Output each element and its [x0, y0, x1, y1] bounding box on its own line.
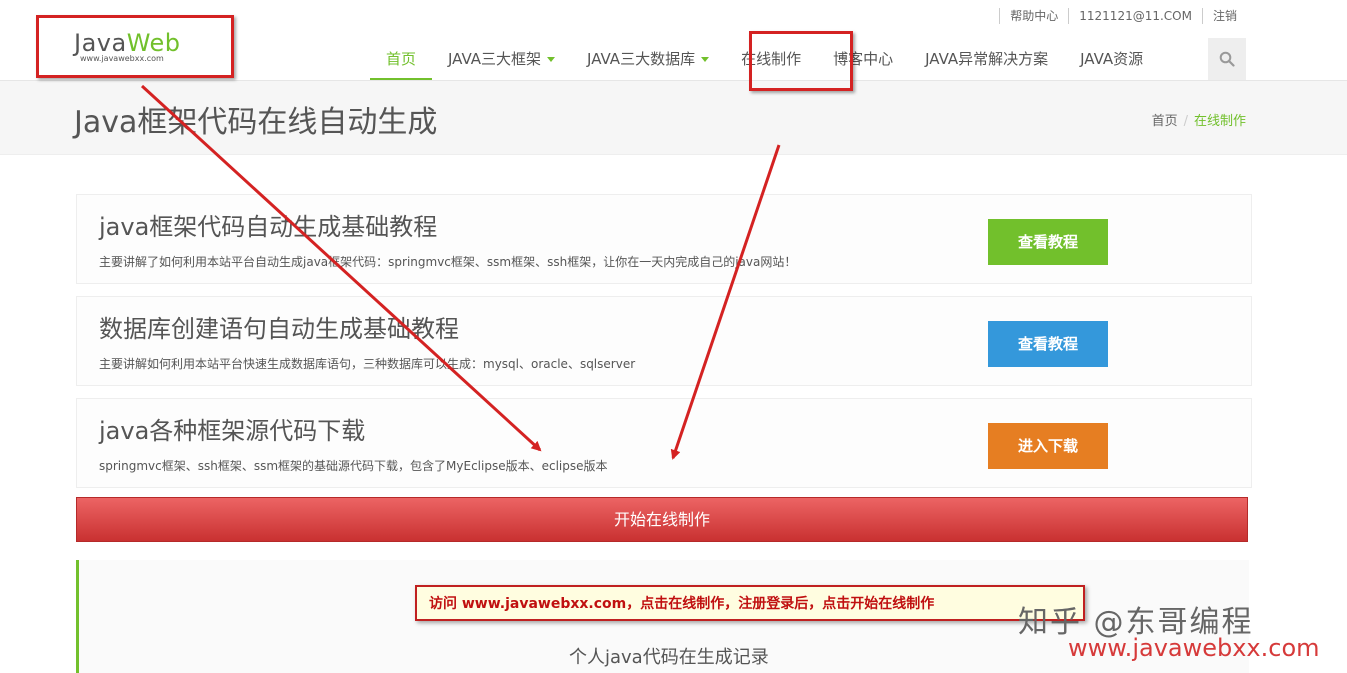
annotation-notice: 访问 www.javawebxx.com，点击在线制作，注册登录后，点击开始在线…: [415, 585, 1085, 621]
watermark-url: www.javawebxx.com: [1068, 634, 1320, 662]
annotation-arrows: [0, 0, 1347, 673]
